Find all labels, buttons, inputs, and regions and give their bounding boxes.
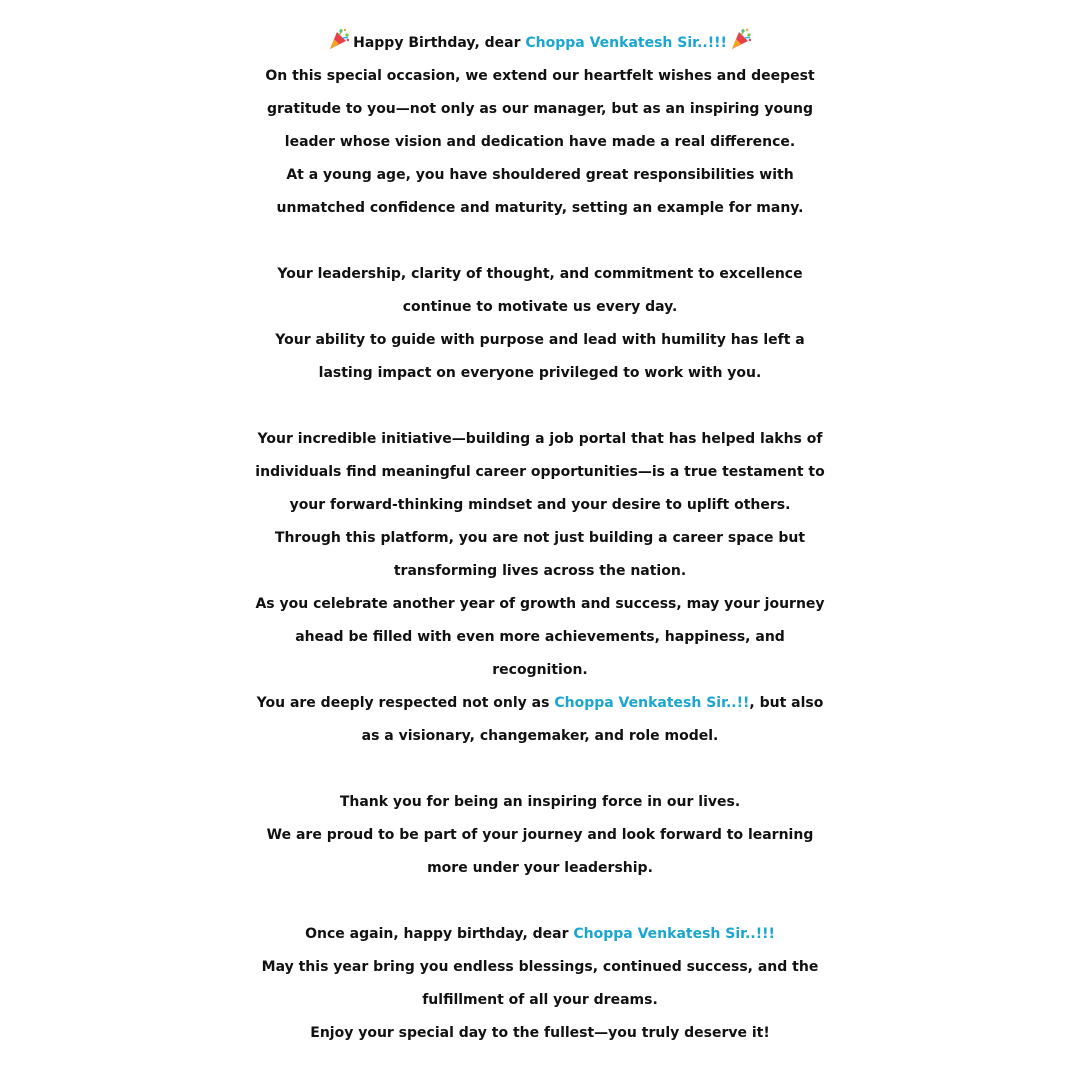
respect-suffix: , but also: [749, 695, 824, 711]
text-line: more under your leadership.: [427, 860, 653, 876]
text-line: leader whose vision and dedication have …: [284, 134, 796, 150]
text-line: We are proud to be part of your journey …: [266, 827, 814, 843]
closing-prefix: Once again, happy birthday, dear: [305, 926, 574, 942]
text-line: your forward-thinking mindset and your d…: [289, 497, 791, 513]
text-line: At a young age, you have shouldered grea…: [286, 167, 794, 183]
text-line: unmatched confidence and maturity, setti…: [276, 200, 804, 216]
text-line: individuals find meaningful career oppor…: [255, 464, 825, 480]
text-line: On this special occasion, we extend our …: [265, 68, 815, 84]
text-line: transforming lives across the nation.: [393, 563, 687, 579]
respect-line: You are deeply respected not only as Cho…: [0, 687, 1080, 720]
honoree-name: Choppa Venkatesh Sir..!!!: [525, 35, 727, 51]
party-popper-icon: [731, 28, 752, 49]
respect-prefix: You are deeply respected not only as: [256, 695, 555, 711]
text-line: Thank you for being an inspiring force i…: [339, 794, 741, 810]
greeting-prefix: Happy Birthday, dear: [353, 35, 526, 51]
party-popper-icon: [330, 28, 350, 49]
birthday-message: Happy Birthday, dear Choppa Venkatesh Si…: [0, 27, 1080, 1050]
text-line: Through this platform, you are not just …: [274, 530, 806, 546]
text-line: lasting impact on everyone privileged to…: [318, 365, 762, 381]
text-line: May this year bring you endless blessing…: [261, 959, 819, 975]
text-line: gratitude to you—not only as our manager…: [266, 101, 814, 117]
text-line: Your incredible initiative—building a jo…: [257, 431, 823, 447]
honoree-name: Choppa Venkatesh Sir..!!: [554, 695, 750, 711]
text-line: fulfillment of all your dreams.: [422, 992, 658, 1008]
text-line: Your leadership, clarity of thought, and…: [277, 266, 803, 282]
text-line: As you celebrate another year of growth …: [255, 596, 825, 612]
honoree-name: Choppa Venkatesh Sir..!!!: [573, 926, 775, 942]
closing-line: Once again, happy birthday, dear Choppa …: [0, 918, 1080, 951]
text-line: as a visionary, changemaker, and role mo…: [361, 728, 719, 744]
greeting-line: Happy Birthday, dear Choppa Venkatesh Si…: [0, 27, 1080, 60]
text-line: Enjoy your special day to the fullest—yo…: [310, 1025, 770, 1041]
text-line: ahead be filled with even more achieveme…: [295, 629, 785, 645]
text-line: Your ability to guide with purpose and l…: [275, 332, 805, 348]
text-line: continue to motivate us every day.: [402, 299, 678, 315]
text-line: recognition.: [492, 662, 588, 678]
